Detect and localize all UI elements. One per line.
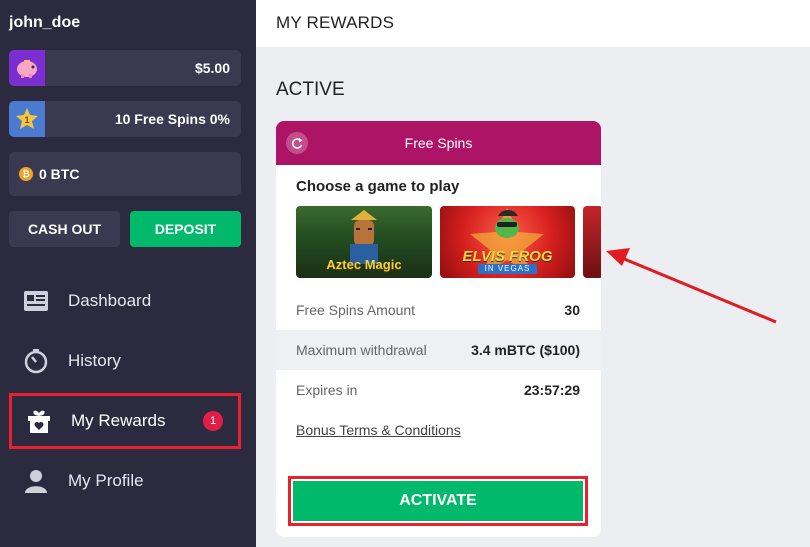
game-title: ELVIS FROG (462, 248, 553, 265)
sidebar-item-label: My Rewards (71, 411, 166, 430)
activate-button[interactable]: ACTIVATE (291, 479, 585, 523)
sidebar-item-dashboard[interactable]: Dashboard (9, 273, 241, 329)
sidebar: john_doe $5.00 1 10 Free Spins 0% ₿ 0 BT… (0, 0, 256, 547)
gift-icon (24, 406, 54, 436)
game-thumbnail-aztec-magic[interactable]: Aztec Magic (296, 206, 432, 278)
level-star-icon: 1 (9, 101, 45, 137)
game-title: Aztec Magic (326, 257, 402, 272)
refresh-icon[interactable] (286, 132, 308, 154)
game-subtitle: IN VEGAS (478, 264, 537, 274)
game-thumbnail-partial[interactable] (583, 206, 601, 278)
detail-row-maximum-withdrawal: Maximum withdrawal 3.4 mBTC ($100) (276, 330, 601, 370)
sidebar-item-history[interactable]: History (9, 333, 241, 389)
choose-game-label: Choose a game to play (296, 178, 460, 195)
detail-label: Maximum withdrawal (296, 342, 427, 358)
sidebar-item-label: My Profile (68, 471, 144, 490)
annotation-arrow-icon (606, 248, 777, 324)
detail-label: Expires in (296, 382, 358, 398)
balance-value: $5.00 (194, 60, 230, 76)
activate-highlight: ACTIVATE (288, 476, 588, 526)
sidebar-item-label: History (68, 351, 121, 370)
cash-out-button[interactable]: CASH OUT (9, 211, 120, 247)
detail-value: 30 (564, 302, 580, 318)
section-title: ACTIVE (276, 79, 345, 100)
piggy-bank-icon (9, 50, 45, 86)
history-icon (21, 346, 51, 376)
game-thumbnail-elvis-frog[interactable]: ELVIS FROG IN VEGAS (440, 206, 575, 278)
top-bar: MY REWARDS (256, 0, 810, 47)
btc-value: 0 BTC (39, 166, 80, 182)
detail-value: 3.4 mBTC ($100) (471, 342, 580, 358)
sidebar-item-label: Dashboard (68, 291, 152, 310)
page-title: MY REWARDS (276, 13, 395, 32)
detail-value: 23:57:29 (523, 382, 580, 398)
detail-row-expires-in: Expires in 23:57:29 (276, 370, 601, 410)
reward-card: Free Spins Choose a game to play Aztec M… (276, 121, 601, 537)
free-spins-value: 10 Free Spins 0% (114, 111, 230, 127)
btc-row: ₿ 0 BTC (9, 152, 241, 196)
user-icon (21, 466, 51, 496)
detail-label: Free Spins Amount (296, 302, 416, 318)
detail-row-free-spins-amount: Free Spins Amount 30 (276, 290, 601, 330)
level-badge-number: 1 (24, 115, 29, 125)
free-spins-row: 1 10 Free Spins 0% (9, 101, 241, 137)
rewards-count-badge: 1 (203, 411, 223, 431)
deposit-button[interactable]: DEPOSIT (130, 211, 241, 247)
bonus-terms-link[interactable]: Bonus Terms & Conditions (296, 422, 461, 438)
card-header-title: Free Spins (404, 135, 473, 151)
balance-row: $5.00 (9, 50, 241, 86)
bitcoin-icon: ₿ (19, 167, 33, 181)
dashboard-icon (21, 286, 51, 316)
sidebar-item-my-profile[interactable]: My Profile (9, 453, 241, 509)
card-header: Free Spins (276, 121, 601, 165)
username: john_doe (9, 14, 81, 31)
sidebar-item-my-rewards[interactable]: My Rewards 1 (9, 393, 241, 449)
